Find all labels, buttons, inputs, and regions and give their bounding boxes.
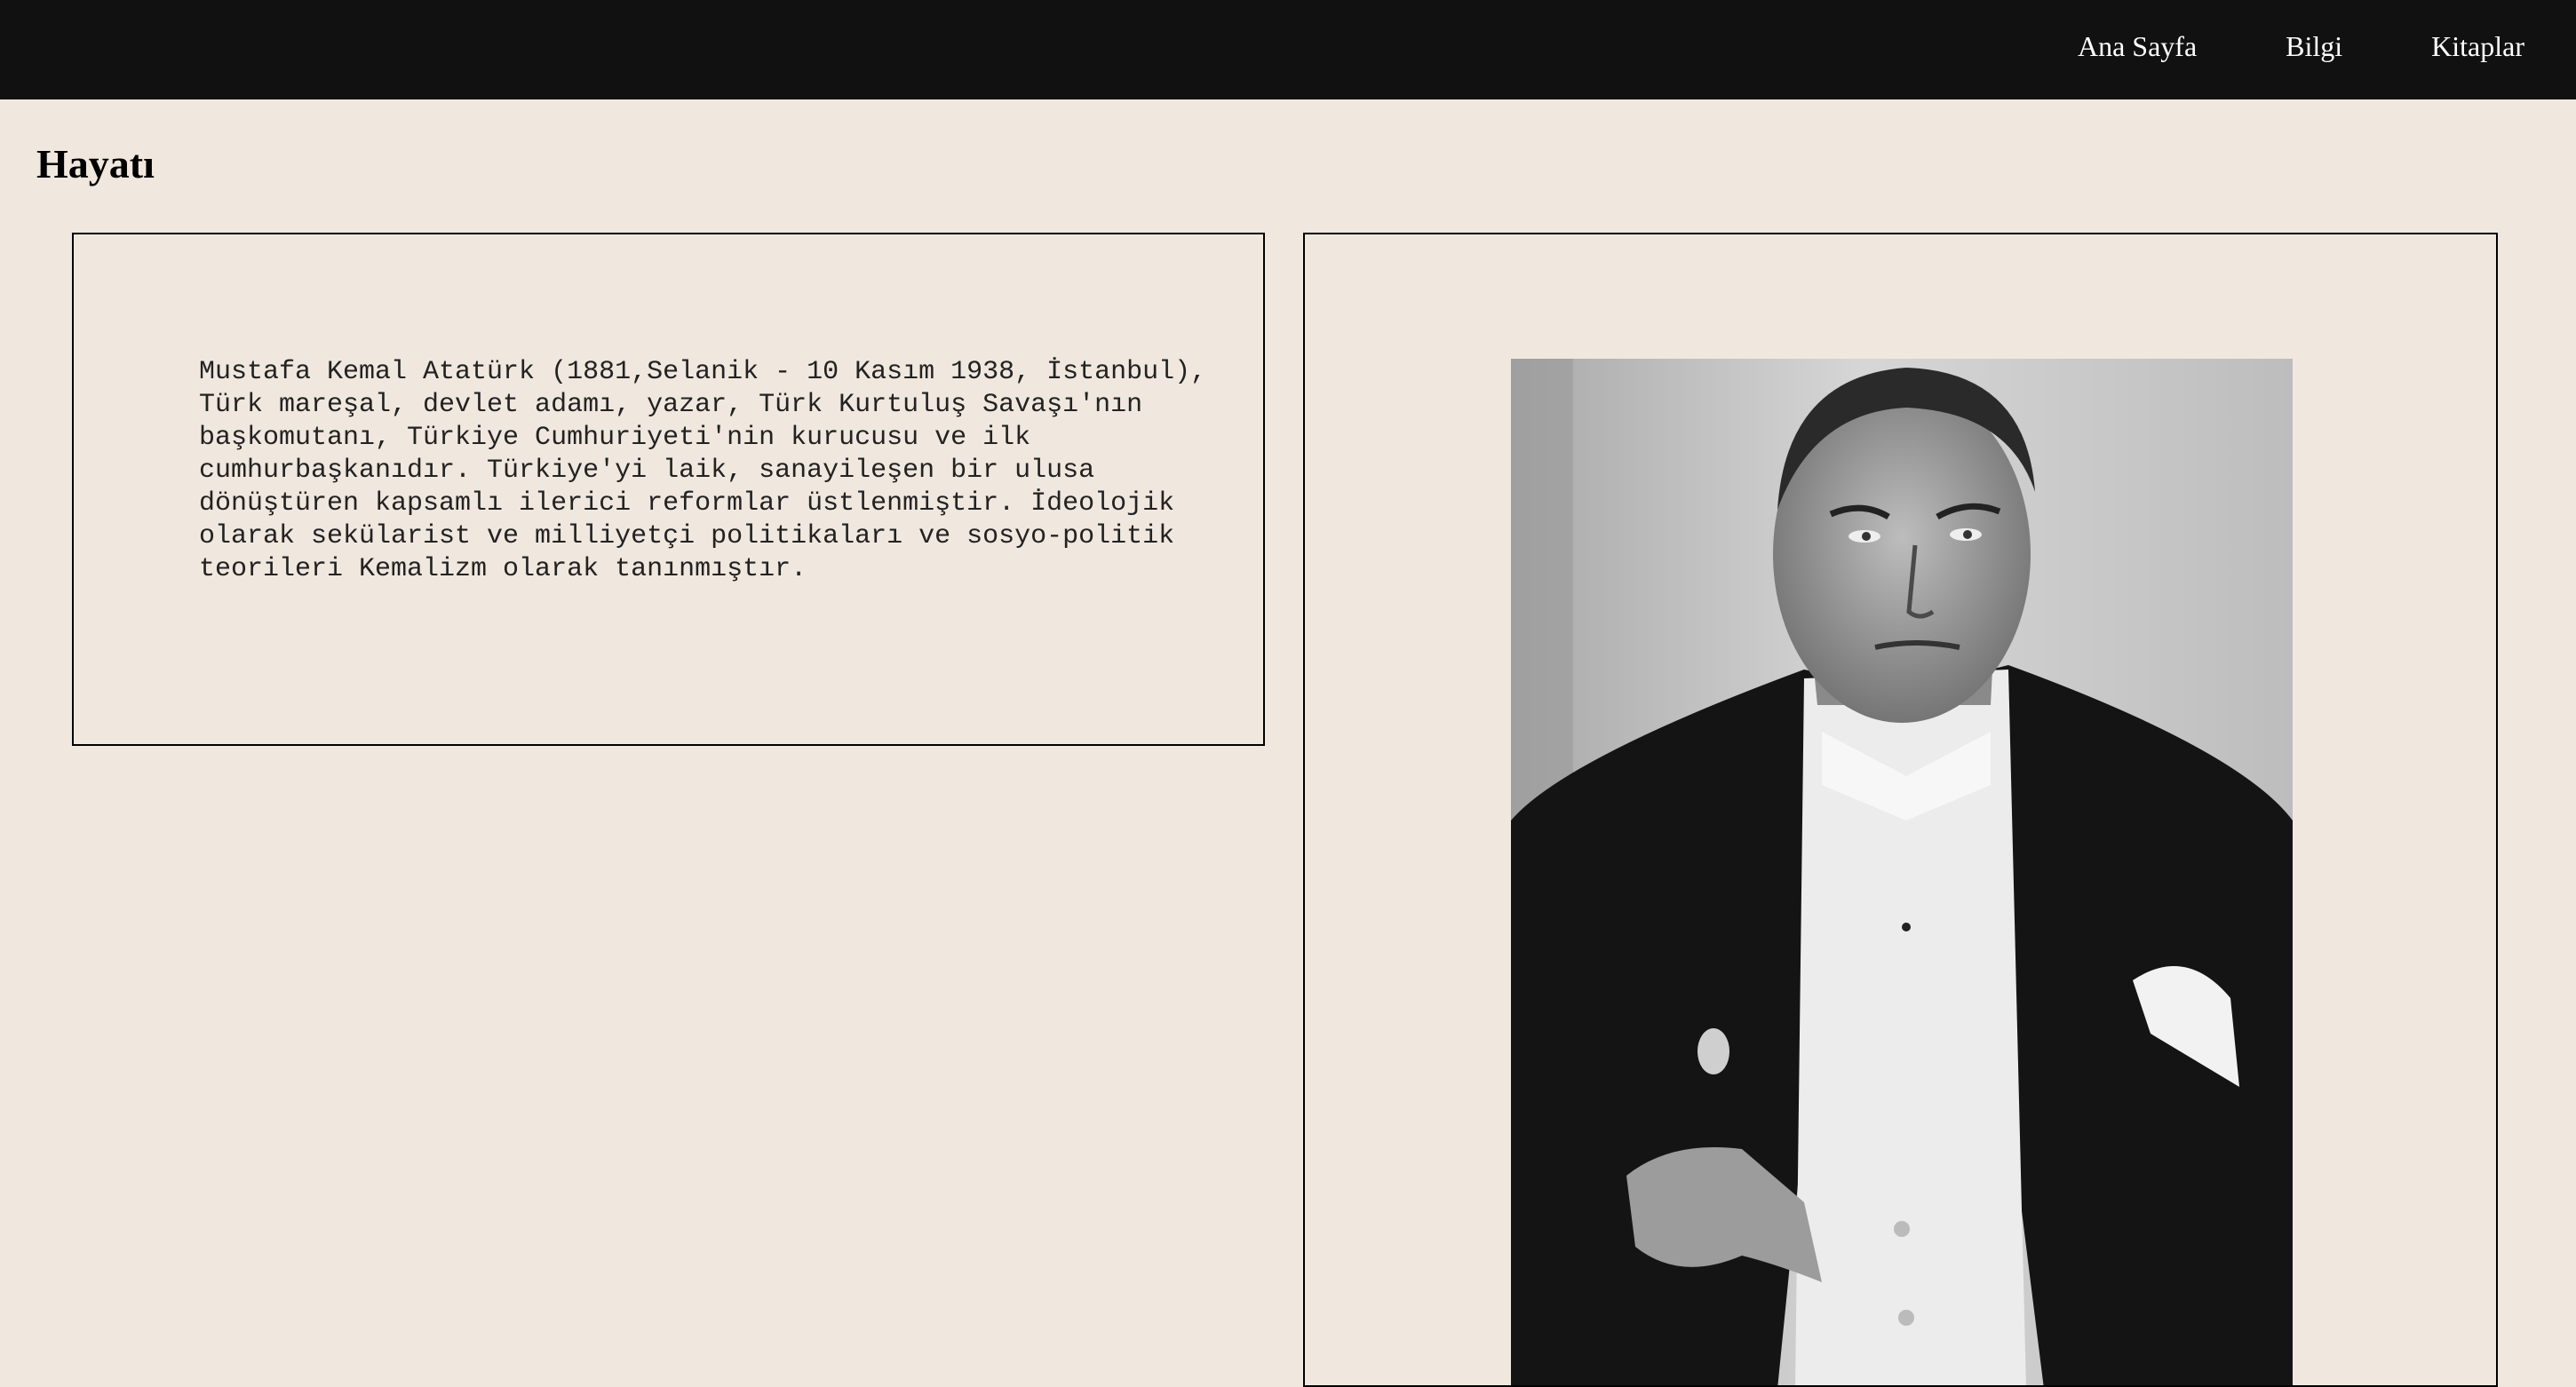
- main-nav: Ana Sayfa Bilgi Kitaplar: [2078, 0, 2524, 93]
- nav-link-bilgi[interactable]: Bilgi: [2286, 30, 2342, 63]
- page-title: Hayatı: [36, 141, 155, 186]
- bio-text: Mustafa Kemal Atatürk (1881,Selanik - 10…: [199, 357, 1207, 584]
- portrait-card: [1303, 233, 2498, 1387]
- nav-link-kitaplar[interactable]: Kitaplar: [2431, 30, 2524, 63]
- nav-link-ana-sayfa[interactable]: Ana Sayfa: [2078, 30, 2197, 63]
- portrait-image: [1511, 359, 2293, 1385]
- bio-card: Mustafa Kemal Atatürk (1881,Selanik - 10…: [72, 233, 1265, 746]
- top-navbar: Ana Sayfa Bilgi Kitaplar: [0, 0, 2576, 99]
